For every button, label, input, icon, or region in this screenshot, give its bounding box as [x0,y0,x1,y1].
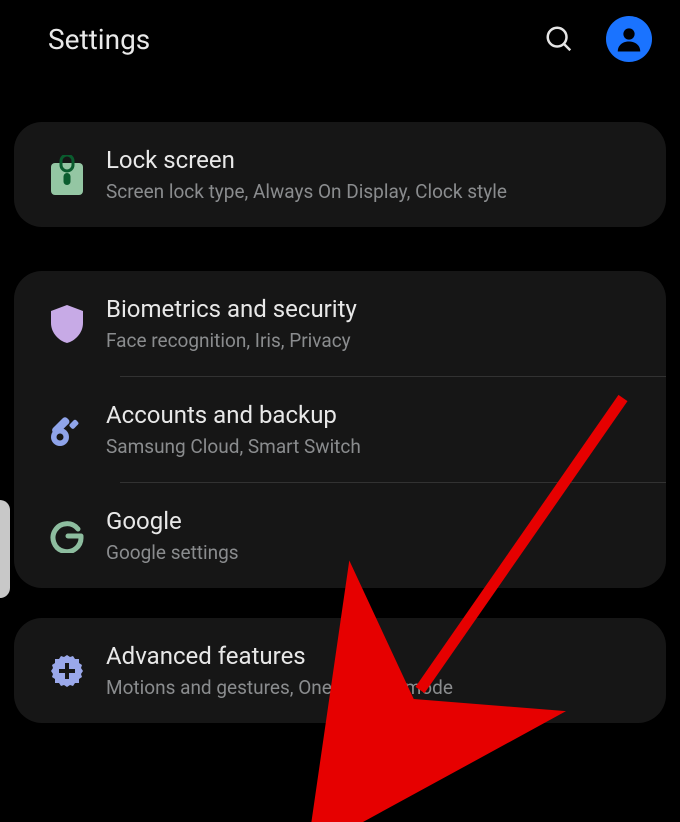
item-title-lock: Lock screen [106,146,646,174]
shield-icon [28,305,106,343]
settings-item-accounts[interactable]: Accounts and backup Samsung Cloud, Smart… [14,377,666,482]
settings-item-advanced-features[interactable]: Advanced features Motions and gestures, … [14,618,666,723]
google-icon [28,519,106,553]
item-title-acct: Accounts and backup [106,401,646,429]
item-title-bio: Biometrics and security [106,295,646,323]
item-title-adv: Advanced features [106,642,646,670]
item-sub-bio: Face recognition, Iris, Privacy [106,329,646,352]
item-sub-adv: Motions and gestures, One-handed mode [106,676,646,699]
lock-icon [28,155,106,195]
page-title: Settings [48,23,512,56]
settings-item-google[interactable]: Google Google settings [14,483,666,588]
settings-group-security: Biometrics and security Face recognition… [14,271,666,588]
settings-group-lockscreen: Lock screen Screen lock type, Always On … [14,122,666,227]
app-header: Settings [0,0,680,78]
item-sub-lock: Screen lock type, Always On Display, Clo… [106,180,646,203]
key-icon [28,411,106,449]
item-sub-acct: Samsung Cloud, Smart Switch [106,435,646,458]
search-icon[interactable] [536,16,582,62]
scroll-indicator[interactable] [0,500,10,598]
settings-item-biometrics[interactable]: Biometrics and security Face recognition… [14,271,666,376]
settings-group-advanced: Advanced features Motions and gestures, … [14,618,666,723]
profile-avatar[interactable] [606,16,652,62]
gear-plus-icon [28,653,106,689]
settings-item-lock-screen[interactable]: Lock screen Screen lock type, Always On … [14,122,666,227]
item-title-google: Google [106,507,646,535]
item-sub-google: Google settings [106,541,646,564]
